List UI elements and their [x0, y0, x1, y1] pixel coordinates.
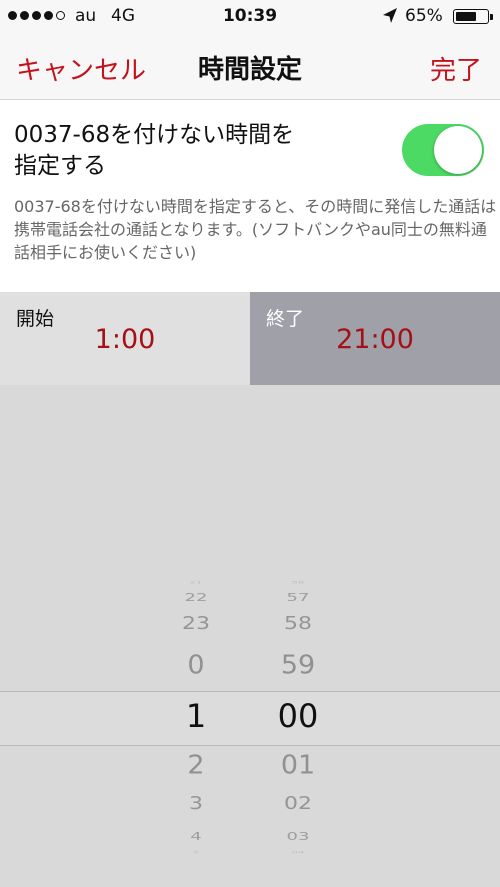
- done-button[interactable]: 完了: [430, 50, 482, 87]
- time-restriction-toggle[interactable]: [402, 124, 484, 176]
- minute-option[interactable]: 04: [238, 851, 358, 855]
- battery-cap: [490, 14, 493, 20]
- battery-percentage: 65%: [405, 6, 443, 26]
- minute-option[interactable]: 57: [238, 591, 358, 604]
- selected-minute[interactable]: 00: [238, 697, 358, 735]
- end-time-segment[interactable]: 終了 21:00: [250, 292, 500, 385]
- minute-wheel[interactable]: 56 57 58 59 00 01 02 03 04: [238, 385, 358, 887]
- minute-option[interactable]: 58: [238, 613, 358, 634]
- start-time-value: 1:00: [94, 324, 156, 355]
- minute-option[interactable]: 03: [238, 830, 358, 843]
- end-time-value: 21:00: [336, 324, 414, 355]
- time-range-selector: 開始 1:00 終了 21:00: [0, 292, 500, 385]
- time-restriction-setting: 0037-68を付けない時間を指定する 0037-68を付けない時間を指定すると…: [0, 100, 500, 292]
- setting-description: 0037-68を付けない時間を指定すると、その時間に発信した通話は携帯電話会社の…: [14, 197, 497, 262]
- minute-option[interactable]: 01: [238, 751, 358, 780]
- location-arrow-icon: [383, 8, 397, 23]
- battery-icon: [453, 9, 489, 24]
- setting-title: 0037-68を付けない時間を指定する: [14, 122, 295, 179]
- battery-level: [456, 12, 476, 21]
- minute-option[interactable]: 59: [238, 651, 358, 680]
- start-time-segment[interactable]: 開始 1:00: [0, 292, 250, 385]
- toggle-knob: [434, 126, 482, 174]
- navigation-bar: キャンセル 時間設定 完了: [0, 34, 500, 100]
- page-title: 時間設定: [197, 55, 302, 85]
- time-picker: 21 22 23 0 1 2 3 4 5 56 57 58 59 00 01 02 03 04: [0, 385, 500, 887]
- status-bar: au 4G 10:39 65%: [0, 0, 500, 34]
- minute-option[interactable]: 02: [238, 793, 358, 814]
- minute-option[interactable]: 56: [238, 581, 358, 585]
